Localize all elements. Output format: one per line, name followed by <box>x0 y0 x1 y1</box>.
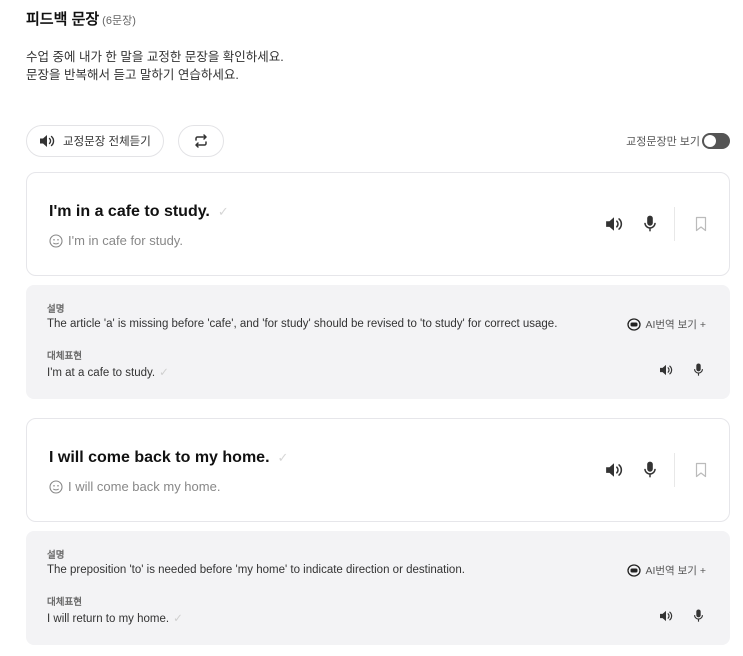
ai-translate-icon <box>627 564 642 577</box>
alternative-label: 대체표현 <box>47 597 82 608</box>
original-sentence: I'm in cafe for study. <box>49 233 183 248</box>
smiley-icon <box>49 233 63 248</box>
page-description: 수업 중에 내가 한 말을 교정한 문장을 확인하세요. 문장을 반복해서 듣고… <box>26 48 284 84</box>
repeat-icon <box>193 133 209 149</box>
ai-translate-label: AI번역 보기 + <box>645 319 706 331</box>
explanation-label: 설명 <box>47 550 65 561</box>
ai-translate-button[interactable]: AI번역 보기 + <box>627 563 706 578</box>
corrected-only-toggle-group: 교정문장만 보기 <box>626 133 730 149</box>
play-button[interactable] <box>596 462 632 478</box>
original-sentence: I will come back my home. <box>49 479 220 494</box>
sentence-card: I'm in a cafe to study. ✓ I'm in cafe for… <box>26 172 730 276</box>
description-line-2: 문장을 반복해서 듣고 말하기 연습하세요. <box>26 68 239 82</box>
explanation-text: The article 'a' is missing before 'cafe'… <box>47 318 558 330</box>
ai-translate-label: AI번역 보기 + <box>645 565 706 577</box>
smiley-icon <box>49 479 63 494</box>
microphone-icon <box>643 461 657 479</box>
check-icon: ✓ <box>217 204 229 219</box>
microphone-icon[interactable] <box>693 609 704 623</box>
bookmark-button[interactable] <box>683 462 719 478</box>
record-button[interactable] <box>632 215 668 233</box>
explanation-text: The preposition 'to' is needed before 'm… <box>47 564 465 576</box>
alternative-text: I'm at a cafe to study. ✓ <box>47 365 169 379</box>
check-icon: ✓ <box>277 450 289 465</box>
alternative-label: 대체표현 <box>47 351 82 362</box>
record-button[interactable] <box>632 461 668 479</box>
divider <box>674 207 675 241</box>
original-sentence-text: I'm in cafe for study. <box>68 233 183 248</box>
bookmark-icon <box>695 216 707 232</box>
speaker-icon <box>605 216 623 232</box>
alternative-sentence: I will return to my home. <box>47 613 170 625</box>
sentence-count: (6문장) <box>102 15 136 27</box>
corrected-sentence-text: I'm in a cafe to study. <box>49 203 210 220</box>
corrected-sentence: I will come back to my home. ✓ <box>49 449 288 467</box>
microphone-icon[interactable] <box>693 363 704 377</box>
bookmark-button[interactable] <box>683 216 719 232</box>
sentence-card: I will come back to my home. ✓ I will com… <box>26 418 730 522</box>
repeat-button[interactable] <box>178 125 224 157</box>
card-actions <box>596 453 729 487</box>
speaker-icon <box>39 134 55 148</box>
description-line-1: 수업 중에 내가 한 말을 교정한 문장을 확인하세요. <box>26 50 284 64</box>
page-title-text: 피드백 문장 <box>26 11 100 28</box>
explanation-panel: 설명 The preposition 'to' is needed before… <box>26 531 730 645</box>
explanation-panel: 설명 The article 'a' is missing before 'ca… <box>26 285 730 399</box>
listen-all-button[interactable]: 교정문장 전체듣기 <box>26 125 164 157</box>
card-actions <box>596 207 729 241</box>
toolbar: 교정문장 전체듣기 교정문장만 보기 <box>26 125 730 157</box>
speaker-icon[interactable] <box>659 364 673 376</box>
toggle-knob <box>704 135 716 147</box>
original-sentence-text: I will come back my home. <box>68 479 221 494</box>
play-button[interactable] <box>596 216 632 232</box>
divider <box>674 453 675 487</box>
corrected-sentence: I'm in a cafe to study. ✓ <box>49 203 229 221</box>
alternative-text: I will return to my home. ✓ <box>47 611 183 625</box>
corrected-only-toggle[interactable] <box>702 133 730 149</box>
microphone-icon <box>643 215 657 233</box>
bookmark-icon <box>695 462 707 478</box>
alternative-actions <box>659 609 704 623</box>
alternative-actions <box>659 363 704 377</box>
explanation-label: 설명 <box>47 304 65 315</box>
page-header: 피드백 문장 (6문장) <box>26 8 136 29</box>
ai-translate-icon <box>627 318 642 331</box>
page-title: 피드백 문장 (6문장) <box>26 8 136 29</box>
alternative-sentence: I'm at a cafe to study. <box>47 367 156 379</box>
speaker-icon[interactable] <box>659 610 673 622</box>
check-icon: ✓ <box>173 613 183 625</box>
ai-translate-button[interactable]: AI번역 보기 + <box>627 317 706 332</box>
check-icon: ✓ <box>159 367 169 379</box>
corrected-sentence-text: I will come back to my home. <box>49 449 270 466</box>
speaker-icon <box>605 462 623 478</box>
listen-all-label: 교정문장 전체듣기 <box>63 136 151 148</box>
corrected-only-label: 교정문장만 보기 <box>626 136 700 148</box>
